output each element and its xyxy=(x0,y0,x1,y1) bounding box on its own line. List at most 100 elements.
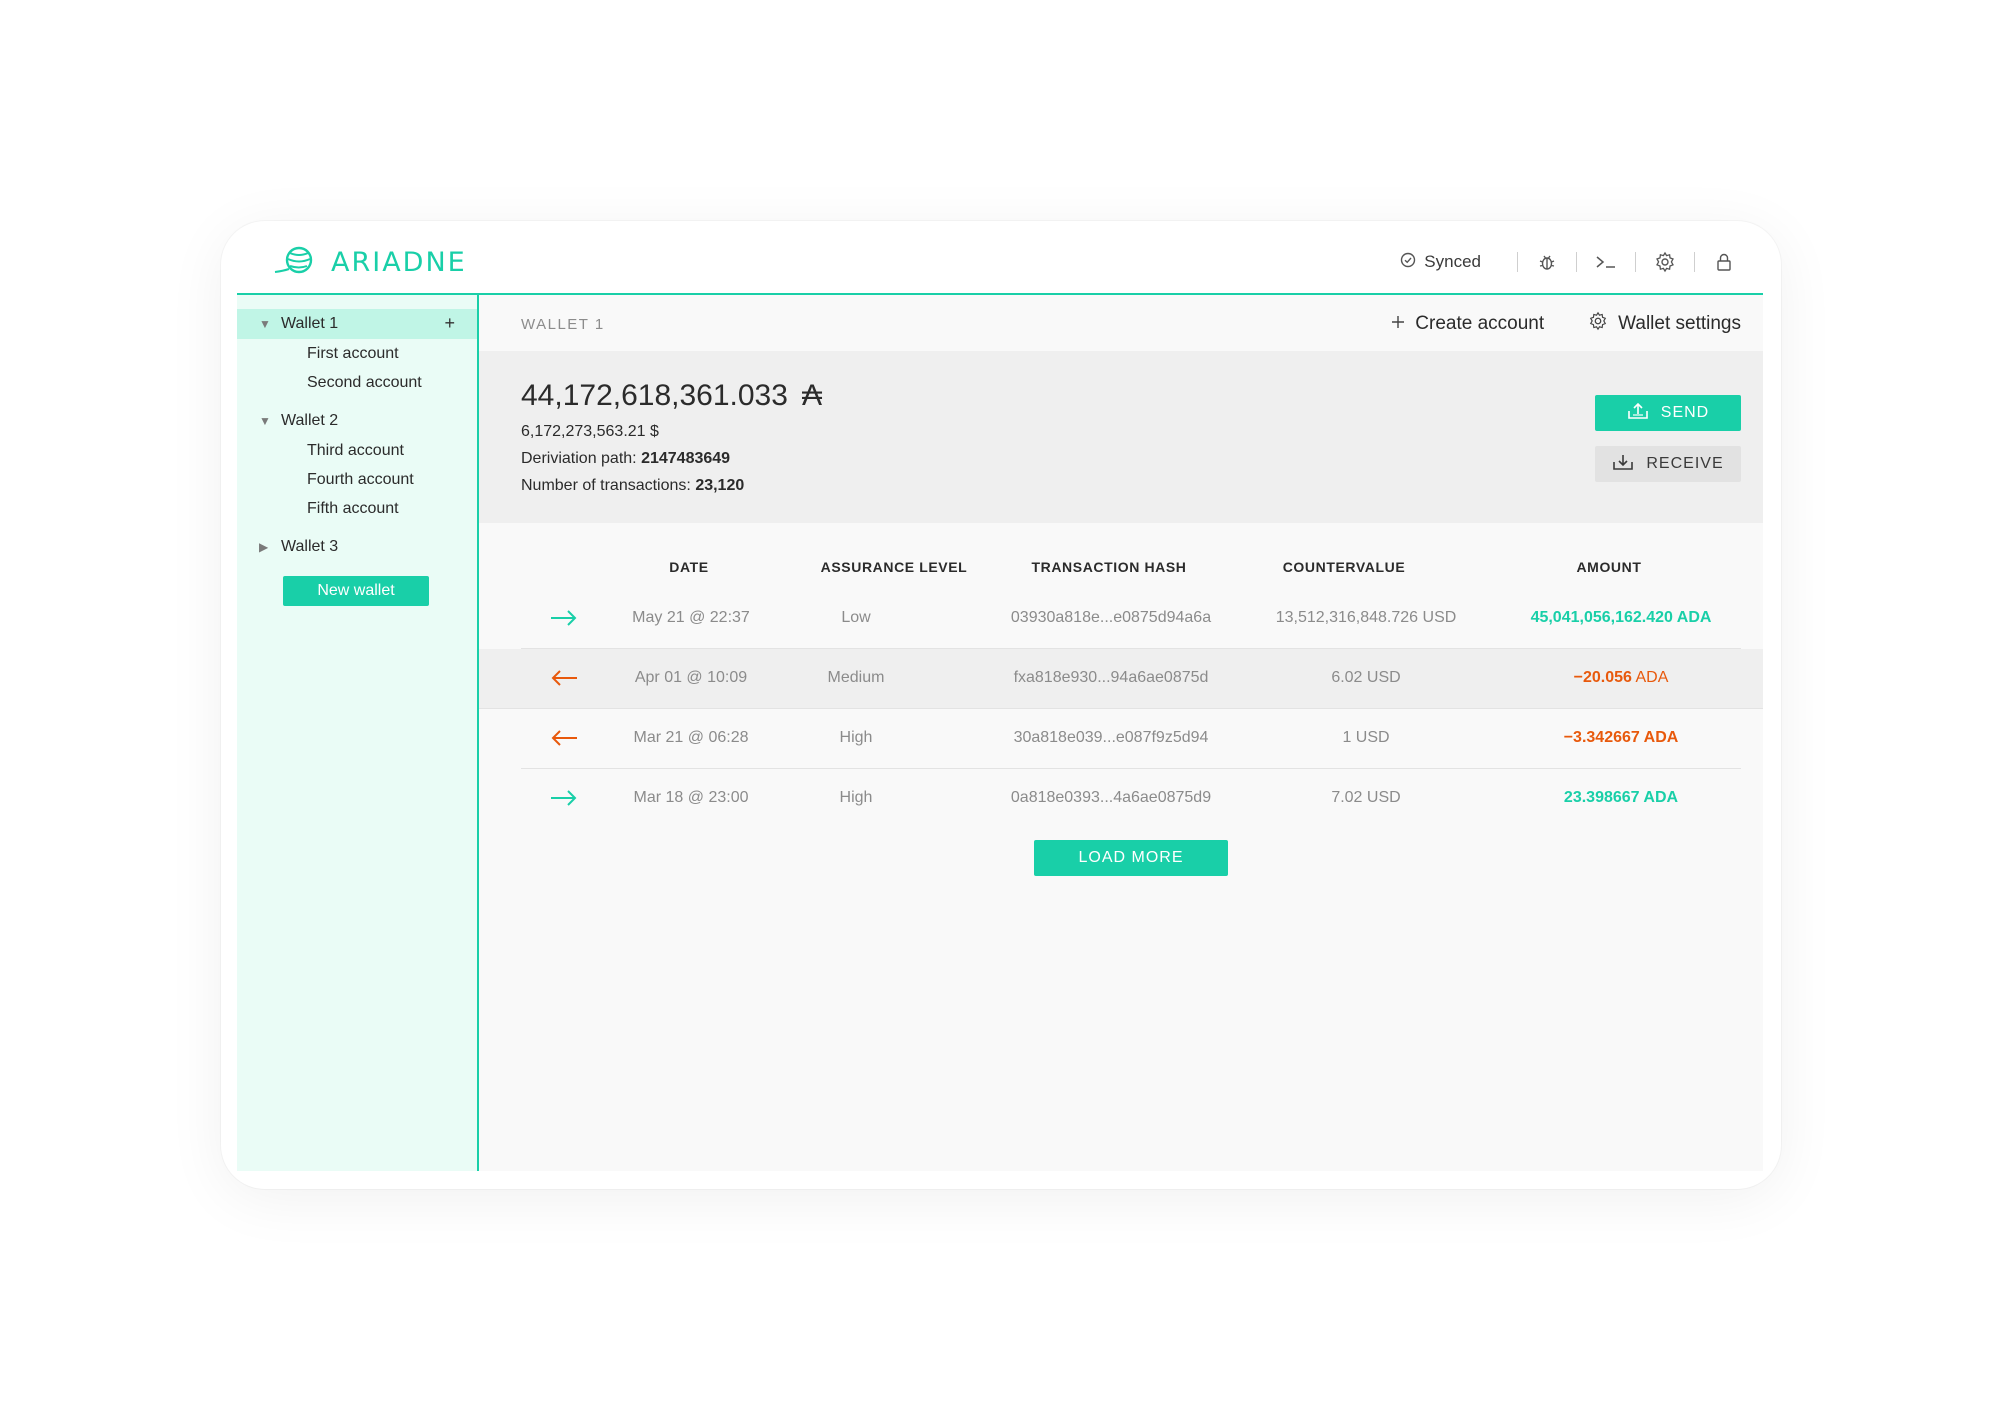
sidebar-item-account[interactable]: Fourth account xyxy=(237,465,477,494)
breadcrumb: WALLET 1 xyxy=(521,316,605,333)
divider xyxy=(1517,252,1518,272)
send-button[interactable]: SEND xyxy=(1595,395,1741,431)
create-account-label: Create account xyxy=(1415,313,1545,334)
sync-status-label: Synced xyxy=(1424,252,1481,271)
tx-amount: −20.056 ADA xyxy=(1501,669,1741,687)
gear-icon xyxy=(1588,311,1608,337)
sidebar-item-wallet-1[interactable]: ▼ Wallet 1 + xyxy=(237,309,477,339)
tx-hash[interactable]: 03930a818e...e0875d94a6a xyxy=(981,609,1241,627)
tx-amount: 23.398667 ADA xyxy=(1563,789,1679,806)
divider xyxy=(1694,252,1695,272)
terminal-icon[interactable] xyxy=(1595,251,1617,273)
sidebar-item-wallet-2[interactable]: ▼ Wallet 2 xyxy=(237,406,477,436)
sync-status: Synced xyxy=(1400,252,1499,273)
tx-countervalue: 13,512,316,848.726 USD xyxy=(1275,609,1457,626)
column-header-hash[interactable]: TRANSACTION HASH xyxy=(1009,559,1209,575)
sidebar: ▼ Wallet 1 + First account Second accoun… xyxy=(237,295,479,1171)
caret-down-icon[interactable]: ▼ xyxy=(259,414,281,428)
bug-icon[interactable] xyxy=(1536,251,1558,273)
top-bar: ARIADNE Synced xyxy=(237,221,1763,295)
add-account-icon[interactable]: + xyxy=(444,313,455,334)
incoming-arrow-icon xyxy=(549,607,579,629)
tx-amount-unit: ADA xyxy=(1631,669,1669,686)
tx-countervalue: 6.02 USD xyxy=(1331,669,1401,686)
table-row[interactable]: Mar 21 @ 06:28 High 30a818e039...e087f9z… xyxy=(521,709,1741,769)
column-header-date[interactable]: DATE xyxy=(649,559,729,575)
main-panel: WALLET 1 Create account Wallet settings xyxy=(479,295,1763,1171)
outgoing-arrow-icon xyxy=(549,727,579,749)
outgoing-arrow-icon xyxy=(549,667,579,689)
tx-hash[interactable]: fxa818e930...94a6ae0875d xyxy=(981,669,1241,687)
tx-hash[interactable]: 30a818e039...e087f9z5d94 xyxy=(981,729,1241,747)
tx-amount-unit: ADA xyxy=(1639,729,1679,746)
transaction-count: Number of transactions: 23,120 xyxy=(521,477,744,495)
app-window: ARIADNE Synced ▼ Wallet 1 + First accoun… xyxy=(237,221,1763,1171)
device-frame: ARIADNE Synced ▼ Wallet 1 + First accoun… xyxy=(221,221,1781,1189)
usd-balance: 6,172,273,563.21 $ xyxy=(521,423,659,440)
column-header-assurance[interactable]: ASSURANCE LEVEL xyxy=(804,559,984,575)
wallet-name: Wallet 1 xyxy=(281,315,339,332)
new-wallet-button[interactable]: New wallet xyxy=(283,576,429,606)
divider xyxy=(1576,252,1577,272)
create-account-button[interactable]: Create account xyxy=(1391,313,1544,335)
ada-symbol-icon: ₳ xyxy=(801,379,822,412)
plus-icon xyxy=(1391,313,1405,335)
wallet-group: ▶ Wallet 3 xyxy=(237,532,477,562)
caret-down-icon[interactable]: ▼ xyxy=(259,317,281,331)
gear-icon[interactable] xyxy=(1654,251,1676,273)
tx-assurance: Medium xyxy=(827,669,885,686)
wallet-summary: 44,172,618,361.033 ₳ 6,172,273,563.21 $ … xyxy=(479,351,1763,523)
tx-amount-value: −3.342667 xyxy=(1563,729,1640,746)
receive-label: RECEIVE xyxy=(1646,455,1724,472)
transactions-table: DATE ASSURANCE LEVEL TRANSACTION HASH CO… xyxy=(479,549,1763,828)
table-row[interactable]: Mar 18 @ 23:00 High 0a818e0393...4a6ae08… xyxy=(521,769,1741,828)
tx-count-label: Number of transactions: xyxy=(521,477,691,494)
tx-amount-value: −20.056 xyxy=(1573,669,1632,686)
receive-button[interactable]: RECEIVE xyxy=(1595,446,1741,482)
main-header: WALLET 1 Create account Wallet settings xyxy=(479,295,1763,351)
wallet-name: Wallet 2 xyxy=(281,412,339,429)
tx-assurance: High xyxy=(839,729,873,746)
column-header-amount[interactable]: AMOUNT xyxy=(1509,559,1709,575)
logo[interactable]: ARIADNE xyxy=(273,245,467,280)
balance-value: 44,172,618,361.033 xyxy=(521,379,788,412)
derivation-value: 2147483649 xyxy=(641,450,731,467)
sidebar-item-wallet-3[interactable]: ▶ Wallet 3 xyxy=(237,532,477,562)
wallet-group: ▼ Wallet 1 + First account Second accoun… xyxy=(237,309,477,397)
load-more-button[interactable]: LOAD MORE xyxy=(1034,840,1228,876)
main-actions: Create account Wallet settings xyxy=(1391,311,1741,337)
divider xyxy=(1635,252,1636,272)
derivation-path: Deriviation path: 2147483649 xyxy=(521,450,730,468)
download-icon xyxy=(1612,452,1634,477)
wallet-settings-button[interactable]: Wallet settings xyxy=(1588,311,1741,337)
caret-right-icon[interactable]: ▶ xyxy=(259,540,281,554)
yarn-ball-icon xyxy=(273,245,317,280)
send-label: SEND xyxy=(1660,404,1710,421)
tx-countervalue: 1 USD xyxy=(1342,729,1390,746)
tx-assurance: High xyxy=(839,789,873,806)
lock-icon[interactable] xyxy=(1713,251,1735,273)
tx-assurance: Low xyxy=(841,609,871,626)
sidebar-item-account[interactable]: Fifth account xyxy=(237,494,477,523)
sidebar-item-account[interactable]: First account xyxy=(237,339,477,368)
column-header-countervalue[interactable]: COUNTERVALUE xyxy=(1259,559,1429,575)
tx-date: Apr 01 @ 10:09 xyxy=(634,669,748,686)
tx-countervalue: 7.02 USD xyxy=(1331,789,1401,806)
upload-icon xyxy=(1627,401,1649,426)
tx-amount: 45,041,056,162.420 ADA xyxy=(1530,609,1712,626)
table-row[interactable]: May 21 @ 22:37 Low 03930a818e...e0875d94… xyxy=(521,589,1741,649)
tx-amount: −3.342667 ADA xyxy=(1501,729,1741,747)
derivation-label: Deriviation path: xyxy=(521,450,637,467)
tx-date: May 21 @ 22:37 xyxy=(632,609,750,626)
brand-name: ARIADNE xyxy=(331,246,467,278)
table-row[interactable]: Apr 01 @ 10:09 Medium fxa818e930...94a6a… xyxy=(479,649,1763,709)
tx-hash[interactable]: 0a818e0393...4a6ae0875d9 xyxy=(981,789,1241,807)
sidebar-item-account[interactable]: Second account xyxy=(237,368,477,397)
tx-date: Mar 21 @ 06:28 xyxy=(633,729,749,746)
top-actions: Synced xyxy=(1400,247,1735,277)
wallet-group: ▼ Wallet 2 Third account Fourth account … xyxy=(237,406,477,523)
sidebar-item-account[interactable]: Third account xyxy=(237,436,477,465)
incoming-arrow-icon xyxy=(549,787,579,809)
table-header: DATE ASSURANCE LEVEL TRANSACTION HASH CO… xyxy=(479,549,1763,589)
ada-balance: 44,172,618,361.033 ₳ xyxy=(521,379,822,413)
